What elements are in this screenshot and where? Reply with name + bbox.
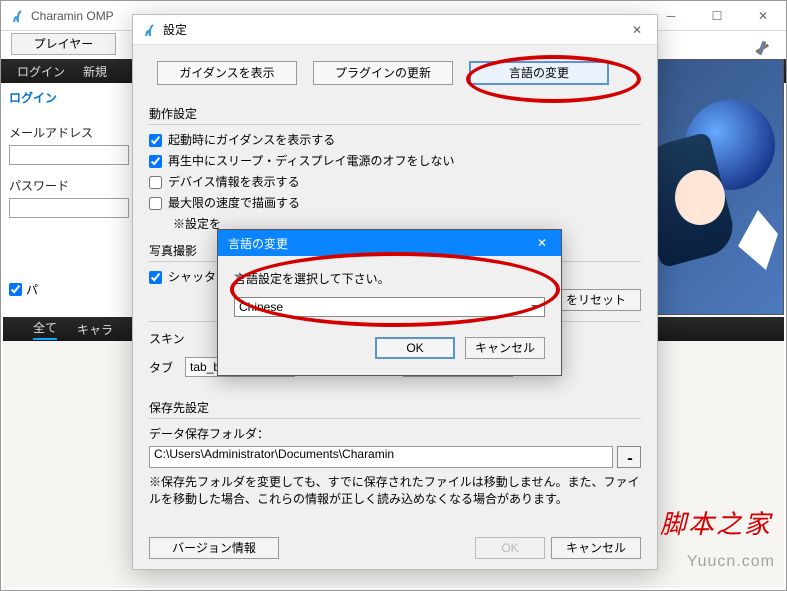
browse-button[interactable]: ... <box>617 446 641 468</box>
right-preview-panel <box>654 59 784 315</box>
cb-prevent-sleep[interactable] <box>149 155 162 168</box>
save-note: ※保存先フォルダを変更しても、すでに保存されたファイルは移動しません。また、ファ… <box>149 474 641 508</box>
behavior-section-title: 動作設定 <box>149 105 641 125</box>
cb-max-speed-label: 最大限の速度で描画する <box>168 194 300 211</box>
tab-chara[interactable]: キャラ <box>77 321 113 338</box>
language-titlebar: 言語の変更 ✕ <box>218 230 561 256</box>
tab-all[interactable]: 全て <box>33 319 57 340</box>
language-dialog: 言語の変更 ✕ 言語設定を選択して下さい。 Chinese OK キャンセル <box>217 229 562 376</box>
folder-path-input[interactable]: C:\Users\Administrator\Documents\Charami… <box>149 446 613 468</box>
login-title: ログイン <box>9 89 129 106</box>
cb-guidance-startup-label: 起動時にガイダンスを表示する <box>168 131 335 148</box>
cb-prevent-sleep-label: 再生中にスリープ・ディスプレイ電源のオフをしない <box>168 152 454 169</box>
language-cancel-button[interactable]: キャンセル <box>465 337 545 359</box>
player-button[interactable]: プレイヤー <box>11 33 116 55</box>
language-message: 言語設定を選択して下さい。 <box>234 270 545 287</box>
menu-login[interactable]: ログイン <box>17 63 65 80</box>
language-ok-button[interactable]: OK <box>375 337 455 359</box>
language-combo[interactable]: Chinese <box>234 297 545 317</box>
menu-new[interactable]: 新規 <box>83 63 107 80</box>
top-button-row: ガイダンスを表示 プラグインの更新 言語の変更 <box>149 61 641 85</box>
settings-bottom-buttons: バージョン情報 OK キャンセル <box>149 537 641 559</box>
dialog-icon <box>141 22 157 38</box>
tab-skin-label: タブ <box>149 359 173 376</box>
settings-titlebar: 設定 ✕ <box>133 15 657 45</box>
cb-shutter-label-prefix: シャッタ <box>168 268 216 285</box>
settings-title-text: 設定 <box>163 21 187 38</box>
cb-device-info-label: デバイス情報を表示する <box>168 173 300 190</box>
version-button[interactable]: バージョン情報 <box>149 537 279 559</box>
maximize-button[interactable]: ☐ <box>694 1 740 31</box>
tools-icon[interactable] <box>752 35 776 59</box>
login-section: ログイン メールアドレス パスワード <box>9 89 129 218</box>
settings-ok-button: OK <box>475 537 545 559</box>
settings-cancel-button[interactable]: キャンセル <box>551 537 641 559</box>
email-field[interactable] <box>9 145 129 165</box>
cb-guidance-startup[interactable] <box>149 134 162 147</box>
language-title-text: 言語の変更 <box>228 235 288 252</box>
remember-checkbox-row: パ <box>9 281 38 298</box>
close-button[interactable]: ✕ <box>740 1 786 31</box>
cb-max-speed[interactable] <box>149 197 162 210</box>
settings-close-button[interactable]: ✕ <box>617 15 657 45</box>
reset-button[interactable]: をリセット <box>551 289 641 311</box>
language-body: 言語設定を選択して下さい。 Chinese OK キャンセル <box>218 256 561 375</box>
plugin-button[interactable]: プラグインの更新 <box>313 61 453 85</box>
password-label: パスワード <box>9 177 129 194</box>
parent-title: Charamin OMP <box>31 9 114 23</box>
cb-device-info[interactable] <box>149 176 162 189</box>
folder-label: データ保存フォルダ： <box>149 425 641 442</box>
language-button[interactable]: 言語の変更 <box>469 61 609 85</box>
guidance-button[interactable]: ガイダンスを表示 <box>157 61 297 85</box>
cb-shutter[interactable] <box>149 271 162 284</box>
app-icon <box>9 8 25 24</box>
language-close-button[interactable]: ✕ <box>523 230 561 256</box>
save-section-title: 保存先設定 <box>149 399 641 419</box>
email-label: メールアドレス <box>9 124 129 141</box>
remember-checkbox[interactable] <box>9 283 22 296</box>
remember-label: パ <box>26 281 38 298</box>
password-field[interactable] <box>9 198 129 218</box>
